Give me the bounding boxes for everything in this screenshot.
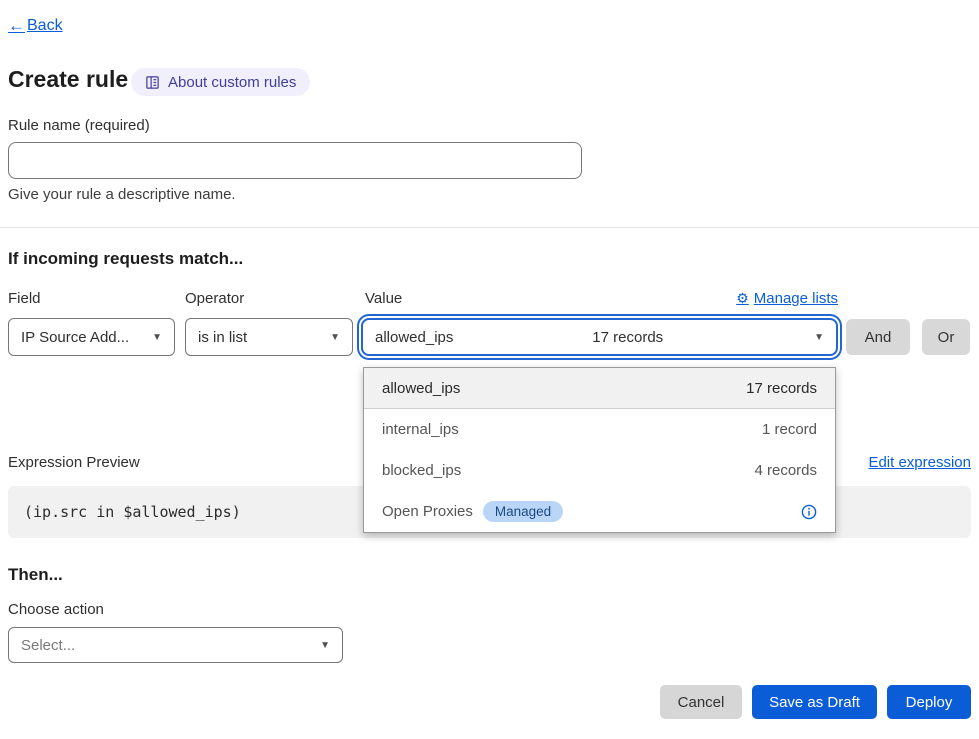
gear-icon: ⚙ bbox=[736, 290, 749, 307]
back-link[interactable]: ← Back bbox=[8, 16, 63, 36]
page-title: Create rule bbox=[8, 66, 128, 93]
action-select[interactable]: Select... ▼ bbox=[8, 627, 343, 663]
list-name: internal_ips bbox=[382, 421, 459, 438]
field-label: Field bbox=[8, 290, 41, 307]
info-icon[interactable] bbox=[801, 504, 817, 520]
badge-label: About custom rules bbox=[168, 74, 296, 91]
rule-name-input[interactable] bbox=[8, 142, 582, 179]
or-button[interactable]: Or bbox=[922, 319, 970, 355]
value-label: Value bbox=[365, 290, 402, 307]
about-custom-rules-link[interactable]: About custom rules bbox=[131, 68, 310, 96]
list-option-internal-ips[interactable]: internal_ips 1 record bbox=[364, 409, 835, 450]
chevron-down-icon: ▼ bbox=[152, 332, 162, 343]
chevron-down-icon: ▼ bbox=[330, 332, 340, 343]
list-name: blocked_ips bbox=[382, 462, 461, 479]
cancel-button[interactable]: Cancel bbox=[660, 685, 742, 719]
action-select-placeholder: Select... bbox=[21, 637, 75, 654]
chevron-down-icon: ▼ bbox=[814, 332, 824, 343]
list-option-allowed-ips[interactable]: allowed_ips 17 records bbox=[364, 368, 835, 409]
expression-code: (ip.src in $allowed_ips) bbox=[24, 503, 241, 521]
list-count: 4 records bbox=[754, 462, 817, 479]
section-divider bbox=[0, 227, 979, 228]
arrow-left-icon: ← bbox=[8, 16, 25, 36]
manage-lists-label: Manage lists bbox=[754, 290, 838, 307]
managed-badge: Managed bbox=[483, 501, 563, 522]
match-section-title: If incoming requests match... bbox=[8, 249, 243, 269]
edit-expression-link[interactable]: Edit expression bbox=[868, 454, 971, 471]
list-count: 1 record bbox=[762, 421, 817, 438]
rule-name-helper: Give your rule a descriptive name. bbox=[8, 186, 236, 203]
list-name: allowed_ips bbox=[382, 380, 460, 397]
lists-dropdown: allowed_ips 17 records internal_ips 1 re… bbox=[363, 367, 836, 533]
value-select-value: allowed_ips bbox=[375, 329, 453, 346]
list-name: Open Proxies bbox=[382, 503, 473, 520]
operator-select-value: is in list bbox=[198, 329, 247, 346]
save-as-draft-button[interactable]: Save as Draft bbox=[752, 685, 877, 719]
field-select[interactable]: IP Source Add... ▼ bbox=[8, 318, 175, 356]
choose-action-label: Choose action bbox=[8, 601, 104, 618]
operator-label: Operator bbox=[185, 290, 244, 307]
chevron-down-icon: ▼ bbox=[320, 640, 330, 651]
rule-name-label: Rule name (required) bbox=[8, 117, 150, 134]
list-count: 17 records bbox=[746, 380, 817, 397]
and-button[interactable]: And bbox=[846, 319, 910, 355]
then-section-title: Then... bbox=[8, 565, 63, 585]
book-icon bbox=[145, 75, 160, 90]
deploy-button[interactable]: Deploy bbox=[887, 685, 971, 719]
value-select[interactable]: allowed_ips 17 records ▼ bbox=[361, 318, 838, 356]
operator-select[interactable]: is in list ▼ bbox=[185, 318, 353, 356]
manage-lists-link[interactable]: ⚙ Manage lists bbox=[736, 290, 838, 307]
field-select-value: IP Source Add... bbox=[21, 329, 129, 346]
expression-preview-label: Expression Preview bbox=[8, 454, 140, 471]
list-option-blocked-ips[interactable]: blocked_ips 4 records bbox=[364, 450, 835, 491]
create-rule-page: ← Back Create rule About custom rules Ru… bbox=[0, 0, 979, 739]
back-label: Back bbox=[27, 17, 63, 35]
value-select-count: 17 records bbox=[592, 329, 675, 346]
list-option-open-proxies[interactable]: Open Proxies Managed bbox=[364, 491, 835, 532]
